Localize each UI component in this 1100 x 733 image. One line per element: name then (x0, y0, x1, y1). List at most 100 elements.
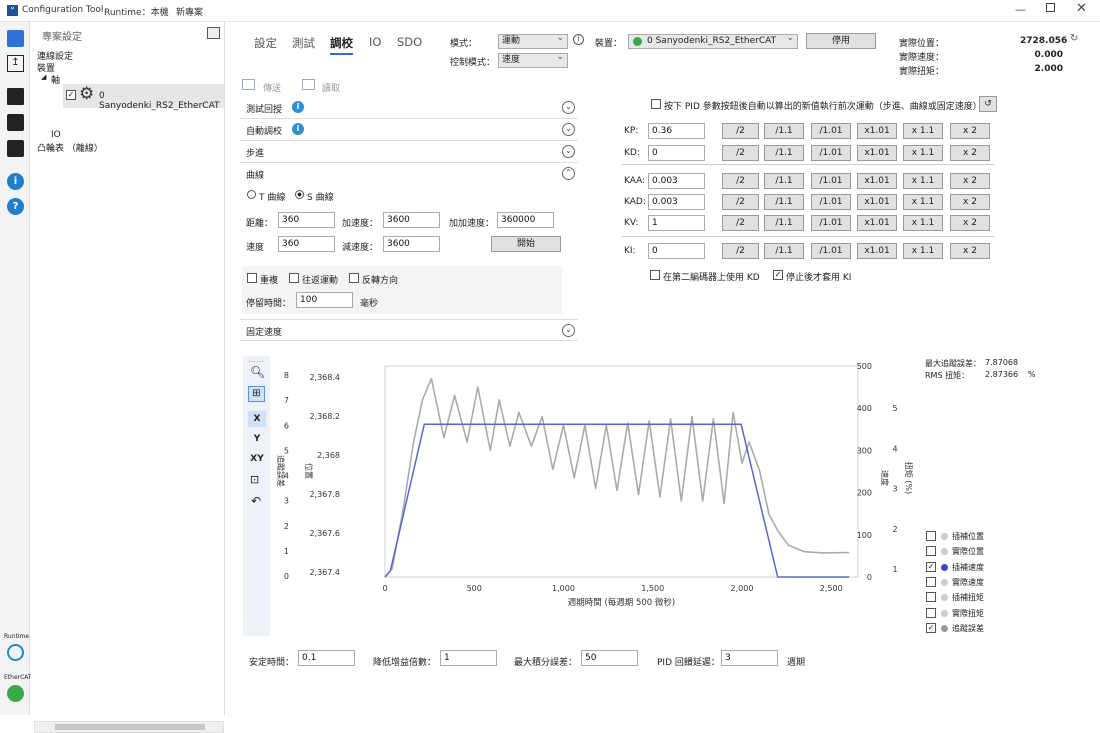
kad-scale-button[interactable]: /1.1 (764, 194, 804, 210)
kv-scale-button[interactable]: /1.01 (811, 215, 851, 231)
dwell-input[interactable]: 100 (296, 292, 353, 308)
speed-input[interactable]: 360 (278, 236, 335, 252)
tree-item-io[interactable]: IO (51, 130, 61, 140)
section-info-icon[interactable]: i (292, 101, 304, 113)
section-curve[interactable]: 曲線 ⌃ (240, 163, 578, 185)
kaa-scale-button[interactable]: x1.01 (857, 173, 897, 189)
zoom-y-button[interactable]: Y (248, 431, 266, 447)
max-integral-input[interactable]: 50 (581, 650, 638, 666)
kv-scale-button[interactable]: x 1.1 (903, 215, 943, 231)
read-icon[interactable] (302, 79, 315, 90)
write-button[interactable]: 傳送 (263, 81, 281, 94)
section-step[interactable]: 步進 ⌄ (240, 141, 578, 163)
kd-scale-button[interactable]: /2 (722, 145, 759, 161)
settle-input[interactable]: 0.1 (298, 650, 355, 666)
reverse-checkbox[interactable] (349, 273, 359, 283)
kv-scale-button[interactable]: /1.1 (764, 215, 804, 231)
expand-chevron-icon[interactable]: ⌄ (562, 145, 575, 158)
accel-input[interactable]: 3600 (383, 212, 440, 228)
expand-chevron-icon[interactable]: ⌄ (562, 101, 575, 114)
repeat-checkbox[interactable] (247, 273, 257, 283)
read-button[interactable]: 讀取 (322, 81, 340, 94)
ki-input[interactable]: 0 (648, 243, 705, 259)
kd-scale-button[interactable]: /1.1 (764, 145, 804, 161)
legend-checkbox[interactable] (926, 607, 936, 618)
pid-reset-button[interactable]: ↺ (979, 96, 997, 112)
kd-scale-button[interactable]: x 2 (950, 145, 990, 161)
kaa-scale-button[interactable]: /1.01 (811, 173, 851, 189)
ki-scale-button[interactable]: x 1.1 (903, 243, 943, 259)
kd-input[interactable]: 0 (648, 145, 705, 161)
undo-zoom-icon[interactable]: ↶ (251, 494, 261, 508)
collapse-chevron-icon[interactable]: ⌃ (562, 167, 575, 180)
kv-input[interactable]: 1 (648, 215, 705, 231)
start-button[interactable]: 開始 (491, 236, 561, 252)
section-info-icon[interactable]: i (292, 123, 304, 135)
kad-scale-button[interactable]: x1.01 (857, 194, 897, 210)
tab-test[interactable]: 測試 (292, 35, 315, 51)
zoom-icon[interactable]: 🔍︎ (250, 365, 265, 379)
reset-position-icon[interactable]: ↻ (1070, 33, 1078, 44)
minimize-icon[interactable]: — (1015, 3, 1026, 16)
tab-sdo[interactable]: SDO (397, 35, 422, 49)
reciprocate-checkbox[interactable] (289, 273, 299, 283)
kp-scale-button[interactable]: /2 (722, 123, 759, 139)
save-as-icon[interactable] (7, 140, 24, 157)
legend-checkbox[interactable] (926, 531, 936, 541)
expand-arrow-icon[interactable]: ◢ (41, 73, 46, 81)
kp-scale-button[interactable]: x1.01 (857, 123, 897, 139)
write-icon[interactable] (242, 79, 255, 90)
tab-io[interactable]: IO (369, 35, 381, 49)
maximize-icon[interactable] (1046, 3, 1055, 12)
legend-checkbox[interactable] (926, 546, 936, 557)
kaa-scale-button[interactable]: x 2 (950, 173, 990, 189)
tree-item-cam[interactable]: 凸輪表 （離線） (37, 141, 103, 154)
section-auto-tune[interactable]: 自動調校 i ⌄ (240, 119, 578, 141)
expand-chevron-icon[interactable]: ⌄ (562, 324, 575, 337)
legend-checkbox[interactable] (926, 576, 936, 587)
legend-checkbox[interactable]: ✓ (926, 622, 936, 633)
legend-checkbox[interactable] (926, 592, 936, 603)
tab-tuning[interactable]: 調校 (330, 35, 353, 55)
tree-item-axis[interactable]: 軸 (51, 73, 60, 86)
kv-scale-button[interactable]: x 2 (950, 215, 990, 231)
pid-delay-input[interactable]: 3 (721, 650, 778, 666)
legend-checkbox[interactable]: ✓ (926, 561, 936, 572)
ki-after-stop-checkbox[interactable]: ✓ (773, 270, 783, 280)
kp-input[interactable]: 0.36 (648, 123, 705, 139)
kaa-scale-button[interactable]: /2 (722, 173, 759, 189)
info-icon[interactable]: i (7, 173, 24, 190)
kv-scale-button[interactable]: x1.01 (857, 215, 897, 231)
decel-input[interactable]: 3600 (383, 236, 440, 252)
disable-button[interactable]: 停用 (806, 33, 876, 49)
kad-scale-button[interactable]: x 2 (950, 194, 990, 210)
kad-scale-button[interactable]: /1.01 (811, 194, 851, 210)
kd-second-encoder-checkbox[interactable] (650, 270, 660, 280)
mode-select[interactable]: 運動 (498, 34, 568, 49)
tab-settings[interactable]: 設定 (254, 35, 277, 51)
close-icon[interactable]: ✕ (1076, 1, 1087, 16)
kd-scale-button[interactable]: x1.01 (857, 145, 897, 161)
gain-input[interactable]: 1 (440, 650, 497, 666)
help-icon[interactable]: ? (7, 198, 24, 215)
t-curve-radio[interactable] (247, 190, 256, 199)
section-test-feedback[interactable]: 測試回授 i ⌄ (240, 97, 578, 119)
runtime-icon[interactable] (7, 644, 24, 661)
ki-scale-button[interactable]: /1.1 (764, 243, 804, 259)
kad-scale-button[interactable]: /2 (722, 194, 759, 210)
upload-icon[interactable]: ↥ (7, 55, 24, 72)
expand-chevron-icon[interactable]: ⌄ (562, 123, 575, 136)
zoom-x-button[interactable]: X (248, 411, 266, 427)
kad-scale-button[interactable]: x 1.1 (903, 194, 943, 210)
kad-input[interactable]: 0.003 (648, 194, 705, 210)
auto-rerun-checkbox[interactable] (651, 99, 661, 109)
kp-scale-button[interactable]: x 2 (950, 123, 990, 139)
ethercat-icon[interactable] (7, 685, 24, 702)
save-icon[interactable] (7, 114, 24, 131)
control-mode-select[interactable]: 速度 (498, 53, 568, 68)
zoom-xy-button[interactable]: XY (248, 451, 266, 467)
jerk-input[interactable]: 360000 (497, 212, 554, 228)
open-folder-icon[interactable] (7, 88, 24, 105)
tree-device-label[interactable]: 0 Sanyodenki_RS2_EtherCAT (99, 91, 224, 111)
section-fixed-speed[interactable]: 固定速度 ⌄ (240, 319, 578, 341)
